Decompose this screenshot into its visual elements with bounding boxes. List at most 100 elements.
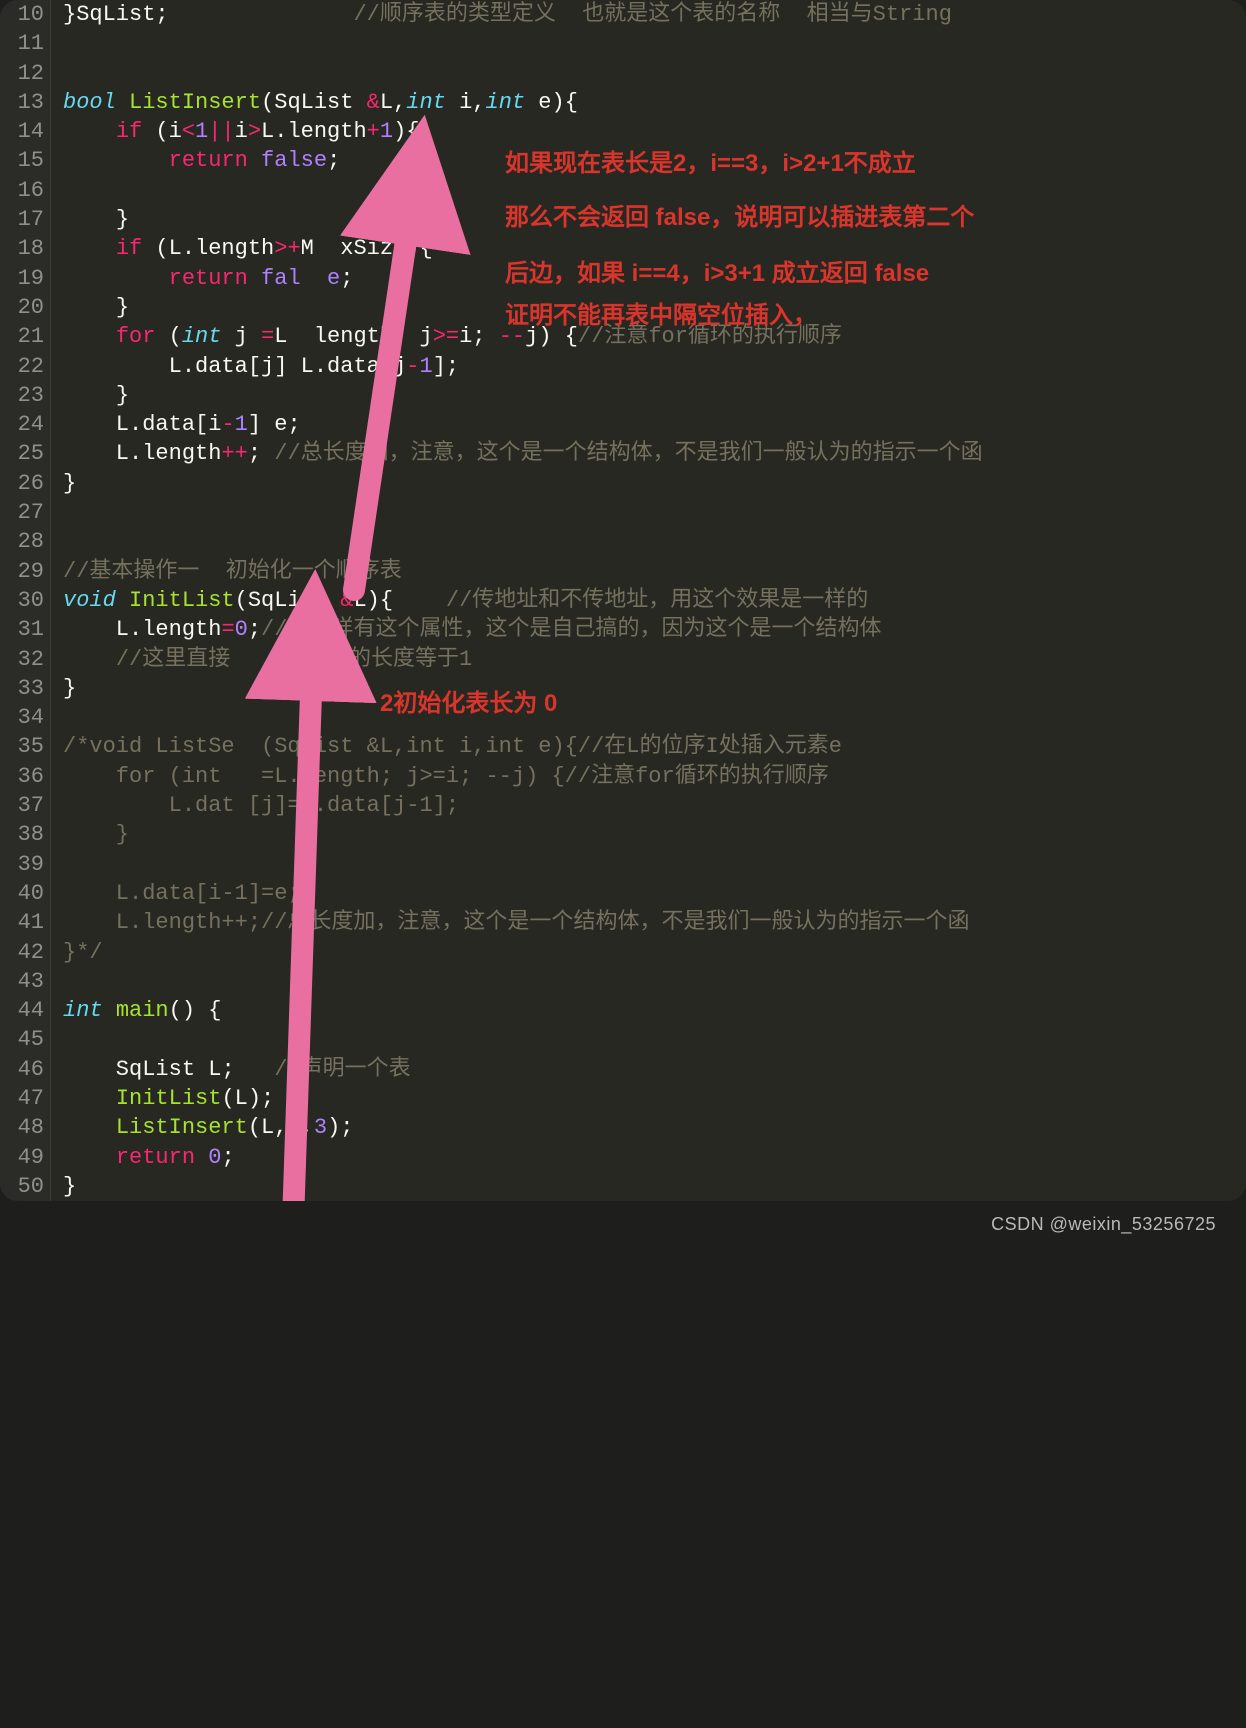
token: ]; [433,354,459,379]
token: //声明一个表 [274,1057,410,1082]
token: ( [169,324,182,349]
code-line[interactable] [63,703,1240,732]
code-line[interactable]: L.length++; //总长度加，注意，这个是一个结构体，不是我们一般认为的… [63,439,1240,468]
token: ; [221,1145,234,1170]
token: //注意for循环的执行顺序 [578,324,842,349]
code-line[interactable]: } [63,205,1240,234]
code-line[interactable]: //基本操作一 初始化一个顺序表 [63,557,1240,586]
line-number: 10 [0,0,44,29]
line-number: 18 [0,234,44,263]
code-line[interactable] [63,527,1240,556]
code-line[interactable]: } [63,381,1240,410]
code-line[interactable]: L.length++;//总长度加，注意，这个是一个结构体，不是我们一般认为的指… [63,908,1240,937]
token: , [274,1115,287,1140]
line-number: 43 [0,967,44,996]
code-line[interactable]: int main() { [63,996,1240,1025]
code-line[interactable]: for (int =L.length; j>=i; --j) {//注意for循… [63,762,1240,791]
code-line[interactable]: if (L.length>+M xSize){ [63,234,1240,263]
line-number: 40 [0,879,44,908]
token: M xSize [301,236,407,261]
code-line[interactable]: L.length=0;//系统咩有这个属性，这个是自己搞的，因为这个是一个结构体 [63,615,1240,644]
token: L.dat [j]=L.data[j-1]; [63,793,459,818]
token: ; [472,324,485,349]
token: } [63,471,76,496]
token [248,148,261,173]
code-line[interactable]: /*void ListSe (SqList &L,int i,int e){//… [63,732,1240,761]
line-number: 41 [0,908,44,937]
code-line[interactable]: }SqList; //顺序表的类型定义 也就是这个表的名称 相当与String [63,0,1240,29]
code-line[interactable]: SqList L; //声明一个表 [63,1055,1240,1084]
token: InitList [116,1086,222,1111]
token: return [116,1145,195,1170]
code-line[interactable]: return false; [63,146,1240,175]
code-line[interactable]: L.dat [j]=L.data[j-1]; [63,791,1240,820]
token: ] [248,412,261,437]
editor-frame: 1011121314151617181920212223242526272829… [0,0,1246,1201]
token: L.length [169,236,275,261]
code-area[interactable]: }SqList; //顺序表的类型定义 也就是这个表的名称 相当与String b… [51,0,1246,1201]
token: i [459,324,472,349]
code-line[interactable]: }*/ [63,938,1240,967]
token [63,207,116,232]
code-line[interactable]: if (i<1||i>L.length+1){ [63,117,1240,146]
code-line[interactable]: } [63,1172,1240,1201]
code-line[interactable]: } [63,469,1240,498]
line-number: 22 [0,352,44,381]
line-number: 50 [0,1172,44,1201]
code-line[interactable]: InitList(L); [63,1084,1240,1113]
token [63,383,116,408]
code-line[interactable]: L.data[j] L.data[j-1]; [63,352,1240,381]
code-line[interactable]: L.data[i-1]=e; [63,879,1240,908]
token: ){ [367,588,393,613]
token: if [116,236,142,261]
token: bool [63,90,116,115]
token: ; [221,1057,234,1082]
token: ( [155,119,168,144]
code-line[interactable] [63,59,1240,88]
token: ( [235,588,248,613]
code-line[interactable]: return fal e; [63,264,1240,293]
code-line[interactable]: } [63,820,1240,849]
token [103,998,116,1023]
token: for (int =L.length; j>=i; --j) {//注意for循… [63,764,829,789]
token: j [261,354,274,379]
code-line[interactable]: } [63,674,1240,703]
token [63,647,116,672]
token: i [235,119,248,144]
token: -- [499,324,525,349]
code-line[interactable]: void InitList(SqList &L){ //传地址和不传地址，用这个… [63,586,1240,615]
code-line[interactable] [63,1025,1240,1054]
token: L [353,588,366,613]
code-line[interactable]: ListInsert(L,3,3); [63,1113,1240,1142]
token [195,1145,208,1170]
token: j [406,324,432,349]
code-editor[interactable]: 1011121314151617181920212223242526272829… [0,0,1246,1201]
token: - [221,412,234,437]
code-line[interactable]: return 0; [63,1143,1240,1172]
code-line[interactable]: L.data[i-1] e; [63,410,1240,439]
token: if [116,119,142,144]
token: } [116,207,129,232]
code-line[interactable] [63,29,1240,58]
token: SqList [76,2,155,27]
line-number: 27 [0,498,44,527]
token: ; [155,2,168,27]
code-line[interactable]: for (int j =L length; j>=i; --j) {//注意fo… [63,322,1240,351]
token: 1 [419,354,432,379]
token: } [63,1174,76,1199]
token: = [221,617,234,642]
token: & [367,90,380,115]
code-line[interactable]: } [63,293,1240,322]
token: ); [327,1115,353,1140]
code-line[interactable] [63,967,1240,996]
code-line[interactable] [63,498,1240,527]
line-number: 33 [0,674,44,703]
token: [ [195,412,208,437]
code-line[interactable]: bool ListInsert(SqList &L,int i,int e){ [63,88,1240,117]
code-line[interactable] [63,850,1240,879]
token: () { [169,998,222,1023]
line-number: 37 [0,791,44,820]
token: L [380,90,393,115]
code-line[interactable]: //这里直接 这个表的长度等于1 [63,645,1240,674]
code-line[interactable] [63,176,1240,205]
